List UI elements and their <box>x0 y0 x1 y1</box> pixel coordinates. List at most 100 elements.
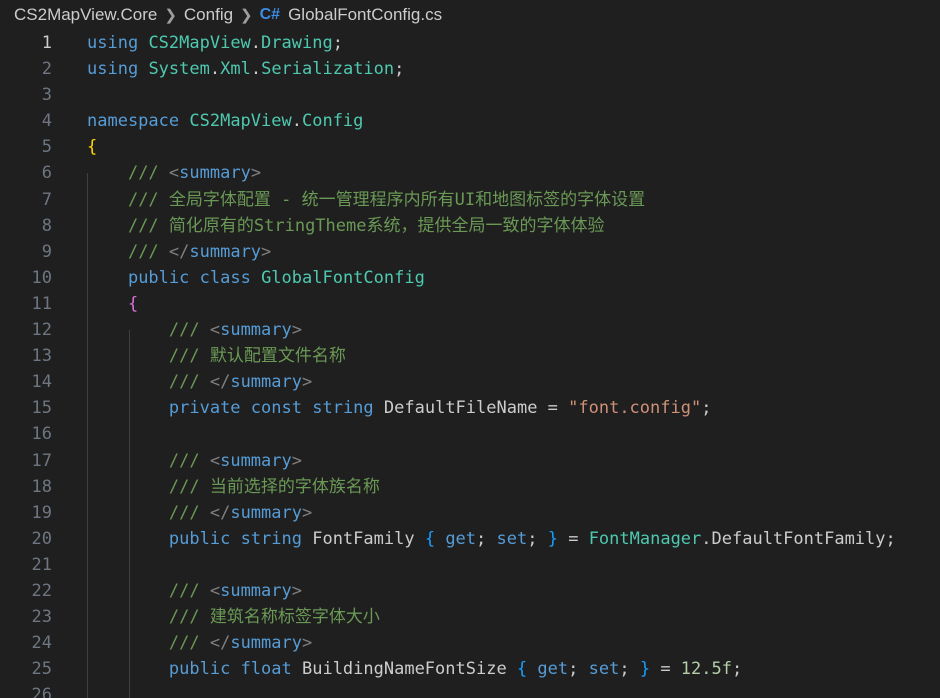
code-line[interactable]: 21 <box>0 552 940 578</box>
code-token: /// 简化原有的StringTheme系统，提供全局一致的字体体验 <box>127 215 605 236</box>
code-token: string <box>240 528 302 549</box>
code-line[interactable]: 3 <box>0 82 940 108</box>
csharp-file-icon: C# <box>259 6 281 23</box>
code-line[interactable]: 1 using CS2MapView.Drawing; <box>0 30 940 56</box>
code-token: public <box>127 267 190 288</box>
code-token: = <box>650 659 681 680</box>
line-number: 12 <box>31 320 52 341</box>
code-token: summary <box>220 320 292 341</box>
code-line[interactable]: 14 /// </summary> <box>0 369 940 395</box>
breadcrumb-file[interactable]: GlobalFontConfig.cs <box>288 5 442 25</box>
code-line[interactable]: 16 <box>0 421 940 447</box>
code-token: ; <box>568 659 589 680</box>
code-token: </ <box>168 241 190 262</box>
code-text[interactable]: private const string DefaultFileName = "… <box>87 395 712 421</box>
code-text[interactable]: /// <summary> <box>87 448 302 474</box>
code-line[interactable]: 17 /// <summary> <box>0 448 940 474</box>
line-number: 1 <box>41 33 52 53</box>
code-token: set <box>588 659 620 680</box>
code-line[interactable]: 11 { <box>0 291 940 317</box>
code-line[interactable]: 6 /// <summary> <box>0 160 940 186</box>
code-line[interactable]: 9 /// </summary> <box>0 239 940 265</box>
code-text[interactable]: public string FontFamily { get; set; } =… <box>87 526 896 552</box>
code-text[interactable]: /// </summary> <box>87 500 312 526</box>
code-line[interactable]: 18 /// 当前选择的字体族名称 <box>0 474 940 500</box>
code-token: < <box>168 163 180 184</box>
code-token: < <box>209 320 221 341</box>
code-token: CS2MapView <box>189 111 292 132</box>
code-text[interactable]: /// 当前选择的字体族名称 <box>87 474 380 500</box>
code-text[interactable]: /// <summary> <box>87 317 302 343</box>
code-text[interactable]: { <box>87 291 138 317</box>
code-line[interactable]: 12 /// <summary> <box>0 317 940 343</box>
code-token: .DefaultFontFamily; <box>701 528 896 549</box>
code-line[interactable]: 24 /// </summary> <box>0 630 940 656</box>
code-token: > <box>301 502 313 523</box>
code-line[interactable]: 25 public float BuildingNameFontSize { g… <box>0 656 940 682</box>
line-number: 21 <box>31 554 52 575</box>
code-line[interactable]: 2 using System.Xml.Serialization; <box>0 56 940 82</box>
code-text[interactable]: /// <summary> <box>87 160 261 186</box>
code-text[interactable]: { <box>87 134 97 160</box>
code-text[interactable]: /// </summary> <box>87 630 312 656</box>
code-text[interactable]: /// 建筑名称标签字体大小 <box>87 604 380 630</box>
breadcrumb-folder[interactable]: Config <box>184 5 233 25</box>
code-token: GlobalFontConfig <box>261 267 425 288</box>
code-token: } <box>547 528 558 549</box>
code-text[interactable]: namespace CS2MapView.Config <box>87 108 363 134</box>
breadcrumb-project[interactable]: CS2MapView.Core <box>14 5 157 25</box>
code-token: summary <box>230 502 302 523</box>
code-token: ; <box>394 59 405 80</box>
code-token: /// 当前选择的字体族名称 <box>168 476 380 497</box>
code-text[interactable]: public class GlobalFontConfig <box>87 265 425 291</box>
code-token: . <box>209 59 221 80</box>
code-text[interactable]: using CS2MapView.Drawing; <box>87 30 343 56</box>
code-line[interactable]: 7 /// 全局字体配置 - 统一管理程序内所有UI和地图标签的字体设置 <box>0 187 940 213</box>
code-line[interactable]: 26 <box>0 682 940 698</box>
code-line[interactable]: 23 /// 建筑名称标签字体大小 <box>0 604 940 630</box>
code-text[interactable]: /// </summary> <box>87 239 271 265</box>
code-token: System <box>148 59 210 80</box>
code-line[interactable]: 20 public string FontFamily { get; set; … <box>0 526 940 552</box>
code-text[interactable]: /// 默认配置文件名称 <box>87 343 346 369</box>
line-number: 9 <box>41 241 52 262</box>
line-number: 23 <box>31 607 52 628</box>
code-token: </ <box>209 502 231 523</box>
line-number: 11 <box>31 293 52 314</box>
code-text[interactable]: /// <summary> <box>87 578 302 604</box>
code-text[interactable]: /// 全局字体配置 - 统一管理程序内所有UI和地图标签的字体设置 <box>87 187 645 213</box>
code-line[interactable]: 5{ <box>0 134 940 160</box>
code-text[interactable]: /// 简化原有的StringTheme系统，提供全局一致的字体体验 <box>87 213 605 239</box>
code-editor[interactable]: 1 using CS2MapView.Drawing; 2 using System.… <box>0 30 940 698</box>
code-text[interactable]: /// </summary> <box>87 369 312 395</box>
code-token: /// 建筑名称标签字体大小 <box>168 607 380 628</box>
code-line[interactable]: 8 /// 简化原有的StringTheme系统，提供全局一致的字体体验 <box>0 213 940 239</box>
code-text[interactable]: using System.Xml.Serialization; <box>87 56 404 82</box>
code-line[interactable]: 15 private const string DefaultFileName … <box>0 395 940 421</box>
code-token: Xml <box>220 59 251 80</box>
code-line[interactable]: 19 /// </summary> <box>0 500 940 526</box>
code-line[interactable]: 4 namespace CS2MapView.Config <box>0 108 940 134</box>
code-token: . <box>250 33 262 53</box>
code-line[interactable]: 22 /// <summary> <box>0 578 940 604</box>
code-token: </ <box>209 633 231 654</box>
code-token: } <box>639 659 651 680</box>
code-text[interactable]: public float BuildingNameFontSize { get;… <box>87 656 742 682</box>
code-token: BuildingNameFontSize <box>291 659 517 680</box>
code-line[interactable]: 13 /// 默认配置文件名称 <box>0 343 940 369</box>
code-line[interactable]: 10 public class GlobalFontConfig <box>0 265 940 291</box>
code-token: FontFamily <box>301 528 425 549</box>
code-token: < <box>209 450 221 471</box>
line-number: 26 <box>31 685 52 698</box>
